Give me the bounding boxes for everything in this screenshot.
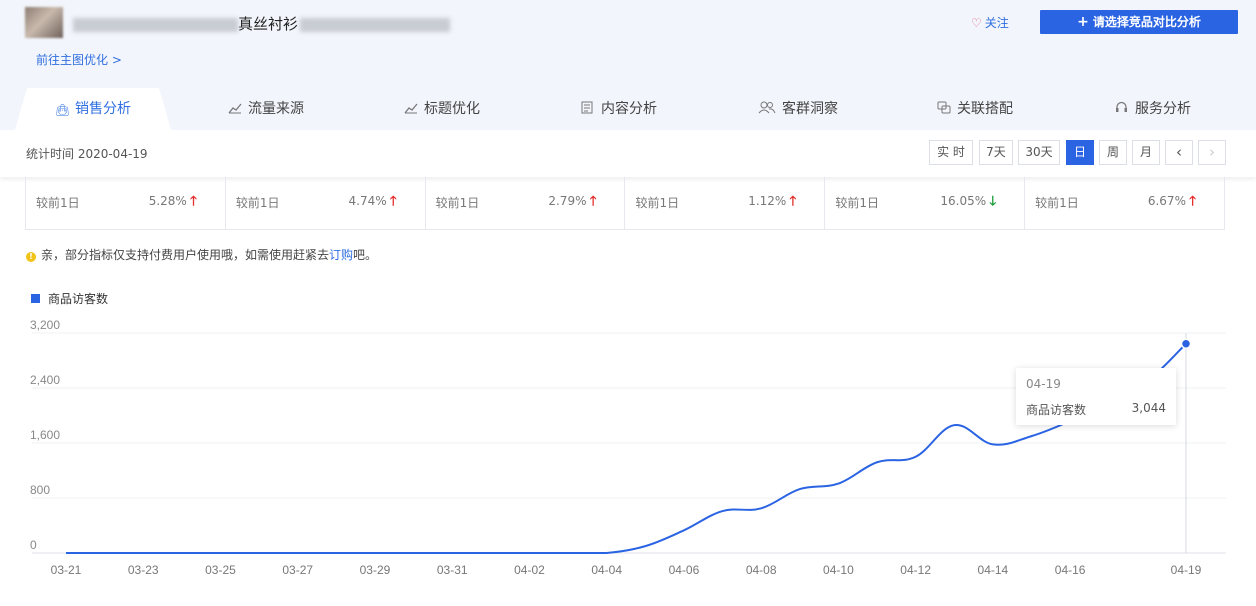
- range-30-days[interactable]: 30天: [1018, 140, 1060, 165]
- x-tick-label: 04-06: [669, 563, 700, 577]
- tab-audience-insight[interactable]: 客群洞察: [758, 88, 838, 130]
- document-icon: [581, 101, 595, 114]
- y-tick-label: 3,200: [30, 318, 60, 332]
- product-header: 真丝衬衫 ♡ 关注 + 请选择竞品对比分析 前往主图优化 > 👜︎ 销售分析 流量来源…: [0, 0, 1256, 130]
- info-icon: !: [26, 252, 36, 262]
- headset-icon: [1115, 101, 1129, 113]
- x-tick-label: 04-02: [514, 563, 545, 577]
- y-tick-label: 800: [30, 483, 50, 497]
- metric-cell: 较前1日 4.74% 🡑: [226, 177, 426, 229]
- range-7-days[interactable]: 7天: [979, 140, 1013, 165]
- next-date-button[interactable]: ›: [1198, 140, 1226, 165]
- tooltip-value: 3,044: [1131, 401, 1166, 415]
- legend-swatch: [31, 294, 40, 303]
- tab-service-analysis[interactable]: 服务分析: [1115, 88, 1191, 130]
- x-tick-label: 03-21: [51, 563, 82, 577]
- product-thumbnail: [25, 7, 63, 38]
- product-title-text: 真丝衬衫: [238, 15, 299, 33]
- tab-sales[interactable]: 👜︎ 销售分析: [15, 88, 171, 130]
- x-tick-label: 03-25: [205, 563, 236, 577]
- x-tick-label: 04-19: [1171, 563, 1202, 577]
- visitor-line-chart: 3,200 2,400 1,600 800 0 03-21 03-23 03-25 03-27 0…: [30, 318, 1226, 577]
- goto-main-image-link[interactable]: 前往主图优化 >: [36, 51, 122, 68]
- arrow-up-icon: 🡑: [190, 194, 197, 209]
- analysis-tabs: 👜︎ 销售分析 流量来源 标题优化 内容分析 客群洞察 关联搭配 服务分析: [0, 88, 1256, 130]
- metric-cell: 较前1日 1.12% 🡑: [625, 177, 826, 229]
- x-tick-label: 03-29: [360, 563, 391, 577]
- bag-icon: 👜︎: [55, 103, 71, 117]
- heart-icon: ♡: [971, 16, 982, 30]
- x-tick-label: 04-12: [900, 563, 931, 577]
- x-tick-label: 04-08: [746, 563, 777, 577]
- range-realtime[interactable]: 实 时: [929, 140, 973, 165]
- tooltip-date: 04-19: [1026, 377, 1061, 391]
- arrow-up-icon: 🡑: [389, 194, 397, 209]
- x-tick-label: 03-27: [282, 563, 313, 577]
- redacted-text: [300, 17, 451, 32]
- range-day[interactable]: 日: [1066, 140, 1094, 165]
- line-chart-icon: [228, 102, 242, 114]
- compare-competitor-button[interactable]: + 请选择竞品对比分析: [1040, 10, 1238, 34]
- link-icon: [937, 101, 951, 114]
- x-tick-label: 03-23: [128, 563, 159, 577]
- x-tick-label: 04-16: [1055, 563, 1086, 577]
- metric-cell: 较前1日 5.28% 🡑: [26, 177, 226, 229]
- range-week[interactable]: 周: [1099, 140, 1127, 165]
- metrics-row: 较前1日 5.28% 🡑 较前1日 4.74% 🡑 较前1日 2.79% 🡑 较前1日 1.1…: [25, 177, 1225, 230]
- legend-label: 商品访客数: [48, 292, 109, 306]
- subscribe-link[interactable]: 订购: [329, 248, 353, 262]
- tab-traffic-source[interactable]: 流量来源: [228, 88, 304, 130]
- arrow-up-icon: 🡑: [789, 194, 797, 209]
- follow-label: 关注: [984, 16, 1009, 30]
- data-point: [1180, 338, 1192, 349]
- paid-feature-notice: ! 亲，部分指标仅支持付费用户使用哦，如需使用赶紧去订购吧。: [26, 246, 377, 263]
- tab-related-matching[interactable]: 关联搭配: [937, 88, 1013, 130]
- users-icon: [758, 101, 776, 114]
- redacted-text: [73, 17, 238, 32]
- y-tick-label: 2,400: [30, 373, 60, 387]
- date-toolbar: 统计时间 2020-04-19 实 时 7天 30天 日 周 月 ‹ ›: [0, 130, 1256, 177]
- compare-label: 请选择竞品对比分析: [1092, 15, 1201, 29]
- y-tick-label: 1,600: [30, 428, 60, 442]
- product-title: 真丝衬衫: [73, 13, 451, 34]
- tab-content-analysis[interactable]: 内容分析: [581, 88, 657, 130]
- prev-date-button[interactable]: ‹: [1165, 140, 1193, 165]
- stat-time: 统计时间 2020-04-19: [26, 147, 148, 161]
- x-tick-label: 04-10: [823, 563, 854, 577]
- x-tick-label: 04-14: [978, 563, 1009, 577]
- chart-legend[interactable]: 商品访客数: [31, 290, 108, 307]
- arrow-down-icon: 🡓: [989, 194, 997, 209]
- plus-icon: +: [1077, 14, 1089, 30]
- metric-cell: 较前1日 2.79% 🡑: [426, 177, 626, 229]
- range-month[interactable]: 月: [1132, 140, 1160, 165]
- tab-title-optimize[interactable]: 标题优化: [404, 88, 480, 130]
- follow-button[interactable]: ♡ 关注: [971, 14, 1009, 31]
- arrow-up-icon: 🡑: [589, 194, 597, 209]
- arrow-up-icon: 🡑: [1189, 194, 1196, 209]
- metric-cell: 较前1日 16.05% 🡓: [825, 177, 1026, 229]
- tooltip-series: 商品访客数: [1026, 403, 1087, 417]
- x-tick-label: 04-04: [591, 563, 622, 577]
- x-tick-label: 03-31: [437, 563, 468, 577]
- y-tick-label: 0: [30, 538, 37, 552]
- chart-tooltip: 04-19 商品访客数 3,044: [1016, 368, 1176, 425]
- line-chart-icon: [404, 102, 418, 114]
- metric-cell: 较前1日 6.67% 🡑: [1025, 177, 1224, 229]
